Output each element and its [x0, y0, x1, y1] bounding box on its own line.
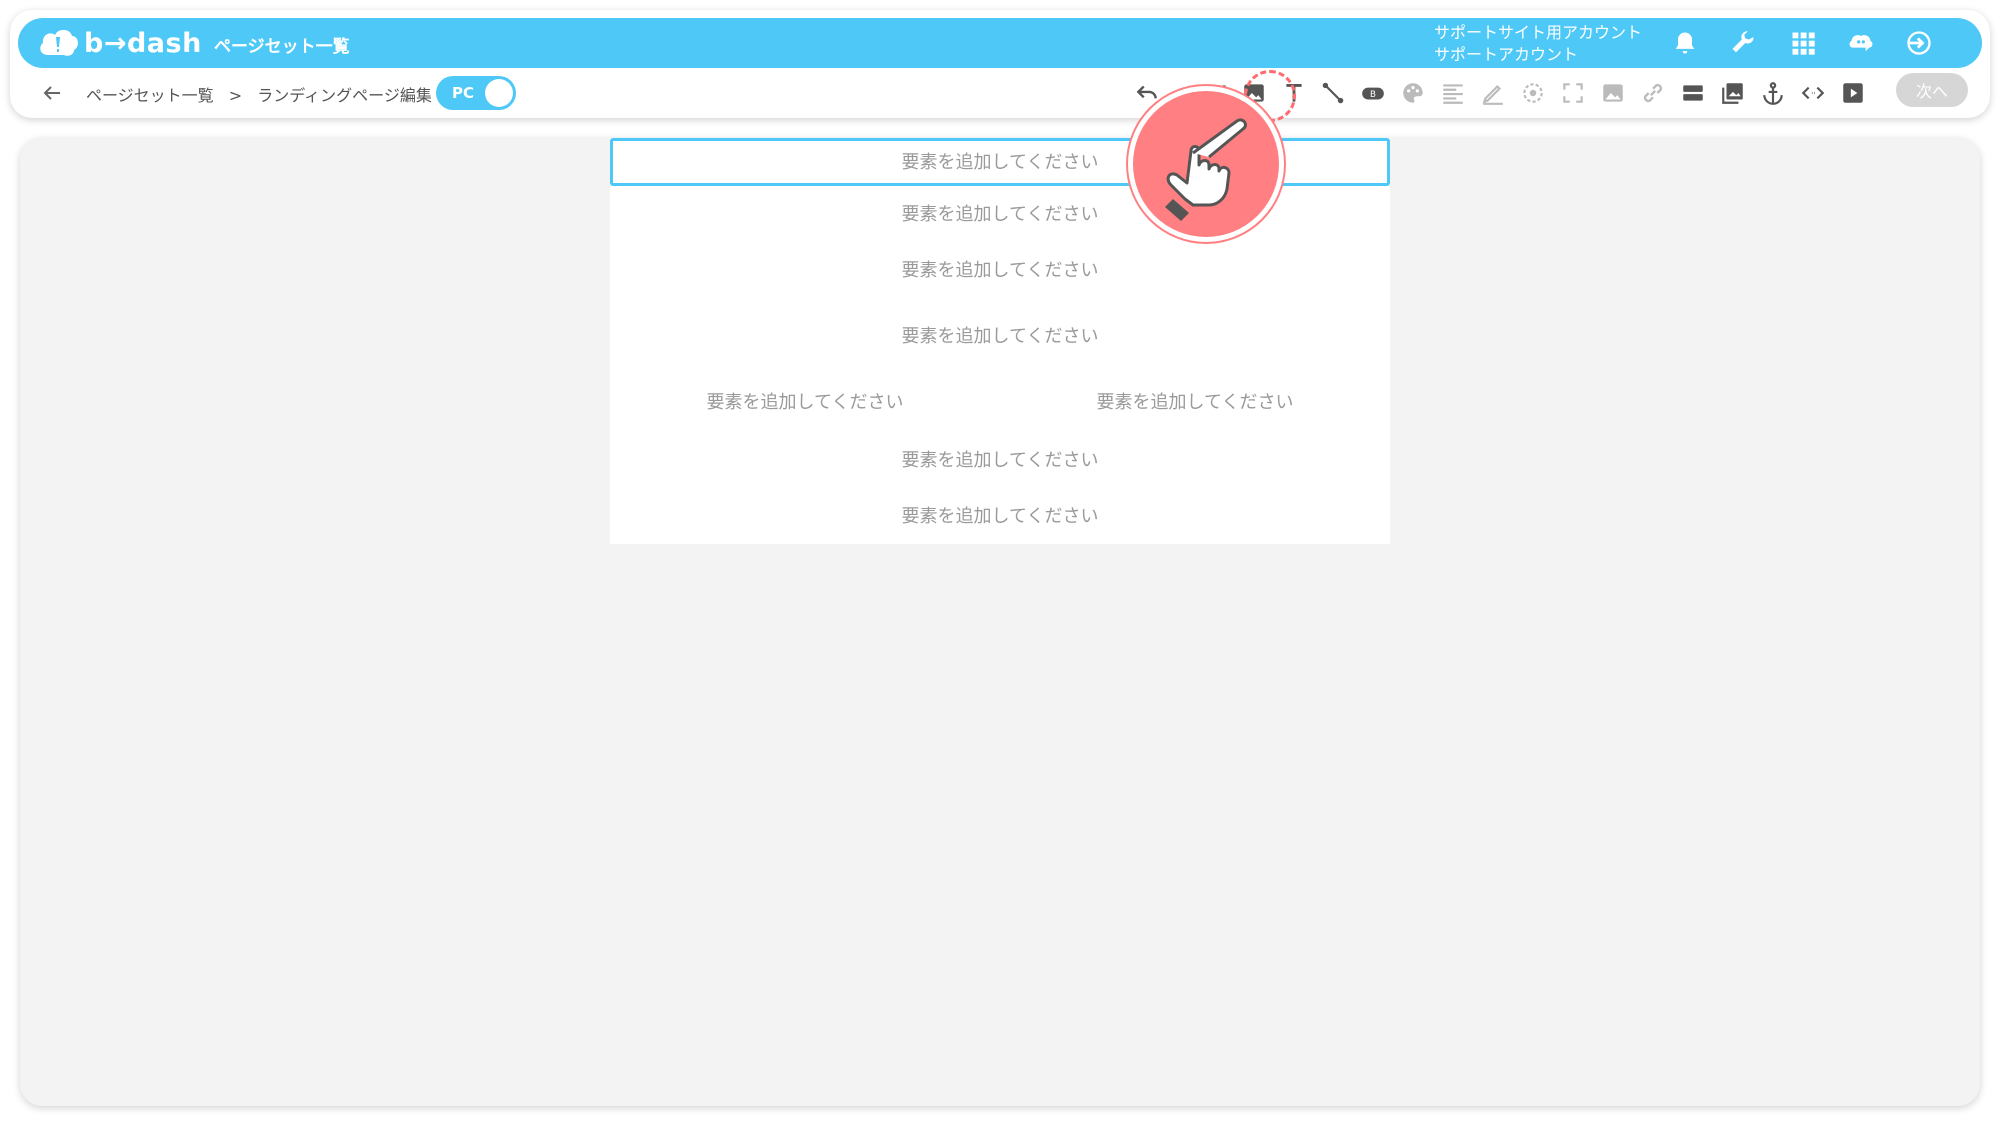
svg-text:B: B	[1370, 90, 1376, 100]
placeholder-row-7[interactable]: 要素を追加してください	[610, 502, 1390, 528]
brand-logo[interactable]: b→dash	[36, 24, 202, 62]
breadcrumb-item-pageset[interactable]: ページセット一覧	[86, 86, 214, 105]
account-line-1: サポートサイト用アカウント	[1434, 23, 1643, 42]
back-arrow-icon[interactable]	[40, 81, 64, 105]
brand-name: b→dash	[84, 27, 202, 59]
toggle-label: PC	[452, 84, 475, 102]
apps-grid-icon[interactable]	[1788, 28, 1818, 58]
account-info[interactable]: サポートサイト用アカウント サポートアカウント	[1434, 22, 1642, 66]
button-icon[interactable]: B	[1358, 78, 1388, 108]
image-alt-icon[interactable]	[1598, 78, 1628, 108]
expand-icon[interactable]	[1558, 78, 1588, 108]
account-line-2: サポートアカウント	[1434, 45, 1579, 64]
tap-hint-overlay	[1128, 86, 1284, 242]
placeholder-row-6[interactable]: 要素を追加してください	[610, 446, 1390, 472]
toggle-knob	[485, 79, 513, 107]
editor-canvas: 要素を追加してください 要素を追加してください 要素を追加してください 要素を追…	[20, 138, 1980, 1106]
placeholder-row-4[interactable]: 要素を追加してください	[610, 322, 1390, 348]
line-icon[interactable]	[1318, 78, 1348, 108]
logout-icon[interactable]	[1904, 28, 1934, 58]
breadcrumb: ページセット一覧 > ランディングページ編集	[86, 82, 442, 106]
placeholder-row-5-right[interactable]: 要素を追加してください	[1000, 388, 1390, 414]
target-icon[interactable]	[1518, 78, 1548, 108]
anchor-icon[interactable]	[1758, 78, 1788, 108]
cloud-logo-icon	[40, 29, 78, 56]
wrench-icon[interactable]	[1728, 28, 1758, 58]
editor-toolbar-row: ページセット一覧 > ランディングページ編集 PC B 次へ	[18, 70, 1982, 116]
breadcrumb-item-current: ランディングページ編集	[257, 86, 432, 105]
palette-icon[interactable]	[1398, 78, 1428, 108]
code-icon[interactable]	[1798, 78, 1828, 108]
breadcrumb-separator: >	[228, 86, 243, 105]
nav-title[interactable]: ページセット一覧	[214, 32, 350, 57]
placeholder-row-5-left[interactable]: 要素を追加してください	[610, 388, 1000, 414]
pen-icon[interactable]	[1478, 78, 1508, 108]
video-icon[interactable]	[1838, 78, 1868, 108]
layout-icon[interactable]	[1678, 78, 1708, 108]
top-bar: b→dash ページセット一覧 サポートサイト用アカウント サポートアカウント	[18, 18, 1982, 68]
link-icon[interactable]	[1638, 78, 1668, 108]
chat-bot-icon[interactable]	[1846, 28, 1876, 58]
placeholder-row-3[interactable]: 要素を追加してください	[610, 256, 1390, 282]
next-button[interactable]: 次へ	[1896, 73, 1968, 107]
bell-icon[interactable]	[1670, 28, 1700, 58]
gallery-icon[interactable]	[1718, 78, 1748, 108]
pc-toggle[interactable]: PC	[436, 76, 516, 110]
pointing-hand-icon	[1165, 118, 1247, 221]
align-icon[interactable]	[1438, 78, 1468, 108]
